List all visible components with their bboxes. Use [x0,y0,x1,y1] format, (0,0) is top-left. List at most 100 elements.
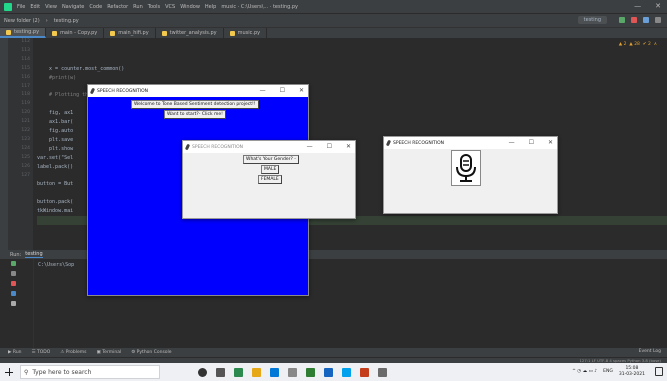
tool-window-tab[interactable]: ▶ Run [8,350,22,355]
close-icon[interactable]: ✕ [548,139,553,146]
mail-icon[interactable] [288,367,297,377]
inspection-widget[interactable]: ▲ 2 ▲ 28 ✔ 2 ∧ [619,41,657,50]
excel-icon[interactable] [306,367,315,377]
welcome-window-title-bar[interactable]: SPEECH RECOGNITION — ☐ ✕ [88,85,308,97]
notifications-icon[interactable] [655,367,663,376]
microphone-button[interactable] [451,150,481,186]
menu-item[interactable]: View [45,4,57,10]
breadcrumb-separator-icon: › [45,17,48,24]
start-button[interactable] [0,363,18,381]
menu-item[interactable]: VCS [165,4,175,10]
start-button[interactable]: Want to start?- Click me! [164,110,226,119]
female-button[interactable]: FEMALE [258,175,282,184]
pycharm-icon [4,2,12,11]
feather-icon [89,87,96,95]
pycharm-taskbar-icon[interactable] [234,367,243,377]
word-icon[interactable] [324,367,333,377]
menu-item[interactable]: Tools [148,4,160,10]
line-number-gutter: 112 113 114 115 116 117 118 119 120 121 122 123 124 1… [8,38,33,258]
line-number: 124 [21,145,30,151]
layout-icon[interactable] [10,291,16,296]
edge-icon[interactable] [270,367,279,377]
microphone-icon [456,154,476,182]
breadcrumb-file[interactable]: testing.py [54,18,79,24]
breadcrumb-folder[interactable]: New folder (2) [4,18,40,24]
store-icon[interactable] [342,367,351,377]
clock[interactable]: 15:08 31-03-2021 [619,366,645,377]
search-icon[interactable] [655,17,661,23]
language-indicator[interactable]: ENG [603,369,613,374]
line-number: 112 [21,39,30,44]
code-line: x = counter.most_common() [37,65,125,72]
line-number: 120 [21,110,30,116]
menu-item[interactable]: Window [180,4,200,10]
cortana-icon[interactable] [198,367,207,377]
editor-tab[interactable]: main - Copy.py [46,28,105,38]
menu-item[interactable]: Refactor [107,4,128,10]
tool-window-tab[interactable]: ☰ TODO [32,350,51,355]
tool-window-tab[interactable]: ⚠ Problems [60,350,86,355]
menu-item[interactable]: File [17,4,25,10]
editor-tab-label: testing.py [14,29,40,35]
minimize-icon[interactable]: — [509,139,515,146]
taskbar-search[interactable]: ⚲ Type here to search [20,365,160,379]
navigation-bar: New folder (2) › testing.py testing [0,13,667,27]
python-file-icon [52,30,58,36]
task-view-icon[interactable] [216,367,225,377]
line-number: 113 [21,47,30,53]
editor-tab[interactable]: music.py [224,28,268,38]
tool-window-tab[interactable]: ▣ Terminal [97,350,122,355]
feather-icon [184,143,191,151]
stop-icon[interactable] [10,281,16,286]
pin-icon[interactable] [10,301,16,306]
run-tab-testing[interactable]: testing [25,251,43,258]
close-icon[interactable]: ✕ [299,87,304,94]
run-config-select[interactable]: testing [577,16,607,24]
menu-item[interactable]: Help [205,4,216,10]
python-file-icon [110,30,116,36]
event-log-button[interactable]: Event Log [639,349,661,354]
python-file-icon [229,30,235,36]
chrome-icon[interactable] [252,367,261,377]
python-file-icon [161,30,167,36]
app-icon[interactable] [378,367,387,377]
menu-item[interactable]: Run [133,4,143,10]
editor-tab[interactable]: testing.py [0,28,47,38]
maximize-icon[interactable]: ☐ [529,139,534,146]
minimize-icon[interactable]: — [634,2,641,10]
editor-tab[interactable]: twitter_analysis.py [156,28,224,38]
wrench-icon[interactable] [10,271,16,276]
mic-window-title-bar[interactable]: SPEECH RECOGNITION — ☐ ✕ [384,137,557,149]
menu-item[interactable]: Code [89,4,102,10]
tool-window-tab[interactable]: ⚙ Python Console [131,350,171,355]
coverage-icon[interactable] [643,17,649,23]
menu-item[interactable]: Navigate [62,4,84,10]
mic-window: SPEECH RECOGNITION — ☐ ✕ [383,136,558,214]
line-number: 126 [21,163,30,169]
editor-tab-label: twitter_analysis.py [169,30,217,36]
minimize-icon[interactable]: — [260,87,266,94]
minimize-icon[interactable]: — [307,143,313,150]
gender-window-title-bar[interactable]: SPEECH RECOGNITION — ☐ ✕ [183,141,355,153]
debug-icon[interactable] [631,17,637,23]
gender-question-label: What's Your Gender? - [243,155,299,164]
run-icon[interactable] [619,17,625,23]
editor-tab-label: music.py [237,30,261,36]
maximize-icon[interactable]: ☐ [327,143,332,150]
menu-item[interactable]: music · C:\Users\... · testing.py [221,4,298,10]
maximize-icon[interactable]: ☐ [280,87,285,94]
window-title: SPEECH RECOGNITION [192,144,244,150]
menu-item[interactable]: Edit [30,4,40,10]
close-icon[interactable]: ✕ [346,143,351,150]
male-button[interactable]: MALE [261,165,280,174]
tool-window-bar: ▶ Run ☰ TODO ⚠ Problems ▣ Terminal ⚙ Python … [0,348,667,357]
ide-window-controls: — ✕ [634,2,661,10]
powerpoint-icon[interactable] [360,367,369,377]
line-number: 127 [21,172,30,178]
close-icon[interactable]: ✕ [655,2,661,10]
run-output: C:\Users\Sop [38,262,75,268]
rerun-icon[interactable] [10,261,16,266]
line-number: 114 [21,56,30,62]
tray-icons[interactable]: ^ ◷ ☁ ▭ ♪ [572,369,597,374]
editor-tab[interactable]: main_hifi.py [104,28,156,38]
